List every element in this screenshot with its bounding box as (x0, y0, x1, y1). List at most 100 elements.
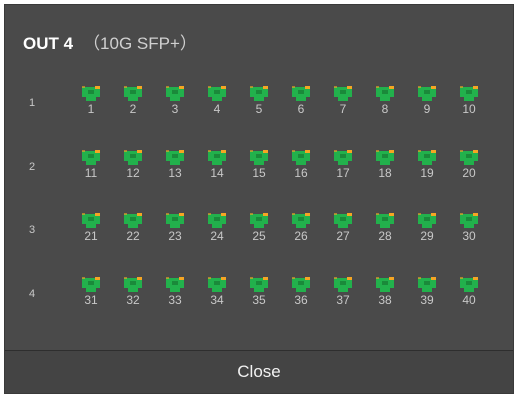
sfp-port-icon (250, 86, 268, 101)
port-18[interactable]: 18 (370, 149, 400, 185)
port-24[interactable]: 24 (202, 212, 232, 248)
port-38[interactable]: 38 (370, 276, 400, 312)
port-17[interactable]: 17 (328, 149, 358, 185)
port-9[interactable]: 9 (412, 85, 442, 121)
port-6[interactable]: 6 (286, 85, 316, 121)
port-27[interactable]: 27 (328, 212, 358, 248)
port-number: 17 (336, 166, 350, 180)
port-23[interactable]: 23 (160, 212, 190, 248)
port-number: 26 (294, 229, 308, 243)
port-22[interactable]: 22 (118, 212, 148, 248)
port-16[interactable]: 16 (286, 149, 316, 185)
port-37[interactable]: 37 (328, 276, 358, 312)
port-13[interactable]: 13 (160, 149, 190, 185)
sfp-port-icon (208, 277, 226, 292)
sfp-port-icon (460, 213, 478, 228)
sfp-port-icon (208, 150, 226, 165)
port-number: 4 (213, 102, 221, 116)
port-33[interactable]: 33 (160, 276, 190, 312)
port-number: 35 (252, 293, 266, 307)
dialog-title-main: OUT 4 (23, 34, 74, 53)
port-number: 19 (420, 166, 434, 180)
port-32[interactable]: 32 (118, 276, 148, 312)
sfp-port-icon (166, 150, 184, 165)
port-number: 38 (378, 293, 392, 307)
port-14[interactable]: 14 (202, 149, 232, 185)
sfp-port-icon (334, 213, 352, 228)
port-number: 28 (378, 229, 392, 243)
port-number: 13 (168, 166, 182, 180)
row-label: 1 (29, 97, 36, 109)
port-26[interactable]: 26 (286, 212, 316, 248)
dialog-footer: Close (5, 350, 513, 393)
port-row: 4 31 32 33 34 35 36 37 38 39 40 (5, 276, 515, 316)
sfp-port-icon (418, 150, 436, 165)
port-selection-dialog: OUT 4 （10G SFP+） 1 1 2 3 4 5 6 7 8 9 10 2 11 12 13 14 15 1… (4, 4, 514, 394)
port-31[interactable]: 31 (76, 276, 106, 312)
sfp-port-icon (376, 277, 394, 292)
port-20[interactable]: 20 (454, 149, 484, 185)
port-number: 14 (210, 166, 224, 180)
port-number: 34 (210, 293, 224, 307)
sfp-port-icon (166, 277, 184, 292)
sfp-port-icon (460, 150, 478, 165)
port-34[interactable]: 34 (202, 276, 232, 312)
port-2[interactable]: 2 (118, 85, 148, 121)
port-36[interactable]: 36 (286, 276, 316, 312)
port-29[interactable]: 29 (412, 212, 442, 248)
sfp-port-icon (82, 277, 100, 292)
port-number: 16 (294, 166, 308, 180)
sfp-port-icon (376, 213, 394, 228)
port-number: 33 (168, 293, 182, 307)
port-number: 11 (84, 166, 98, 180)
port-40[interactable]: 40 (454, 276, 484, 312)
sfp-port-icon (124, 150, 142, 165)
port-12[interactable]: 12 (118, 149, 148, 185)
port-number: 24 (210, 229, 224, 243)
close-button[interactable]: Close (5, 351, 513, 393)
sfp-port-icon (250, 277, 268, 292)
port-5[interactable]: 5 (244, 85, 274, 121)
sfp-port-icon (418, 213, 436, 228)
sfp-port-icon (82, 86, 100, 101)
port-number: 8 (381, 102, 389, 116)
port-number: 10 (462, 102, 476, 116)
port-1[interactable]: 1 (76, 85, 106, 121)
sfp-port-icon (460, 277, 478, 292)
port-number: 5 (255, 102, 263, 116)
row-label: 3 (29, 224, 36, 236)
sfp-port-icon (82, 150, 100, 165)
port-35[interactable]: 35 (244, 276, 274, 312)
port-4[interactable]: 4 (202, 85, 232, 121)
port-11[interactable]: 11 (76, 149, 106, 185)
port-19[interactable]: 19 (412, 149, 442, 185)
port-number: 37 (336, 293, 350, 307)
port-10[interactable]: 10 (454, 85, 484, 121)
port-number: 36 (294, 293, 308, 307)
dialog-title-subtitle: （10G SFP+） (83, 34, 197, 53)
sfp-port-icon (292, 277, 310, 292)
port-row: 1 1 2 3 4 5 6 7 8 9 10 (5, 85, 515, 125)
port-30[interactable]: 30 (454, 212, 484, 248)
sfp-port-icon (334, 150, 352, 165)
port-number: 9 (423, 102, 431, 116)
sfp-port-icon (124, 277, 142, 292)
port-25[interactable]: 25 (244, 212, 274, 248)
port-number: 29 (420, 229, 434, 243)
row-label: 2 (29, 161, 36, 173)
port-15[interactable]: 15 (244, 149, 274, 185)
sfp-port-icon (166, 213, 184, 228)
port-row: 2 11 12 13 14 15 16 17 18 19 20 (5, 149, 515, 189)
sfp-port-icon (82, 213, 100, 228)
sfp-port-icon (334, 277, 352, 292)
port-3[interactable]: 3 (160, 85, 190, 121)
sfp-port-icon (418, 86, 436, 101)
port-8[interactable]: 8 (370, 85, 400, 121)
port-7[interactable]: 7 (328, 85, 358, 121)
port-39[interactable]: 39 (412, 276, 442, 312)
port-number: 6 (297, 102, 305, 116)
port-21[interactable]: 21 (76, 212, 106, 248)
port-28[interactable]: 28 (370, 212, 400, 248)
port-number: 1 (87, 102, 95, 116)
port-number: 12 (126, 166, 140, 180)
